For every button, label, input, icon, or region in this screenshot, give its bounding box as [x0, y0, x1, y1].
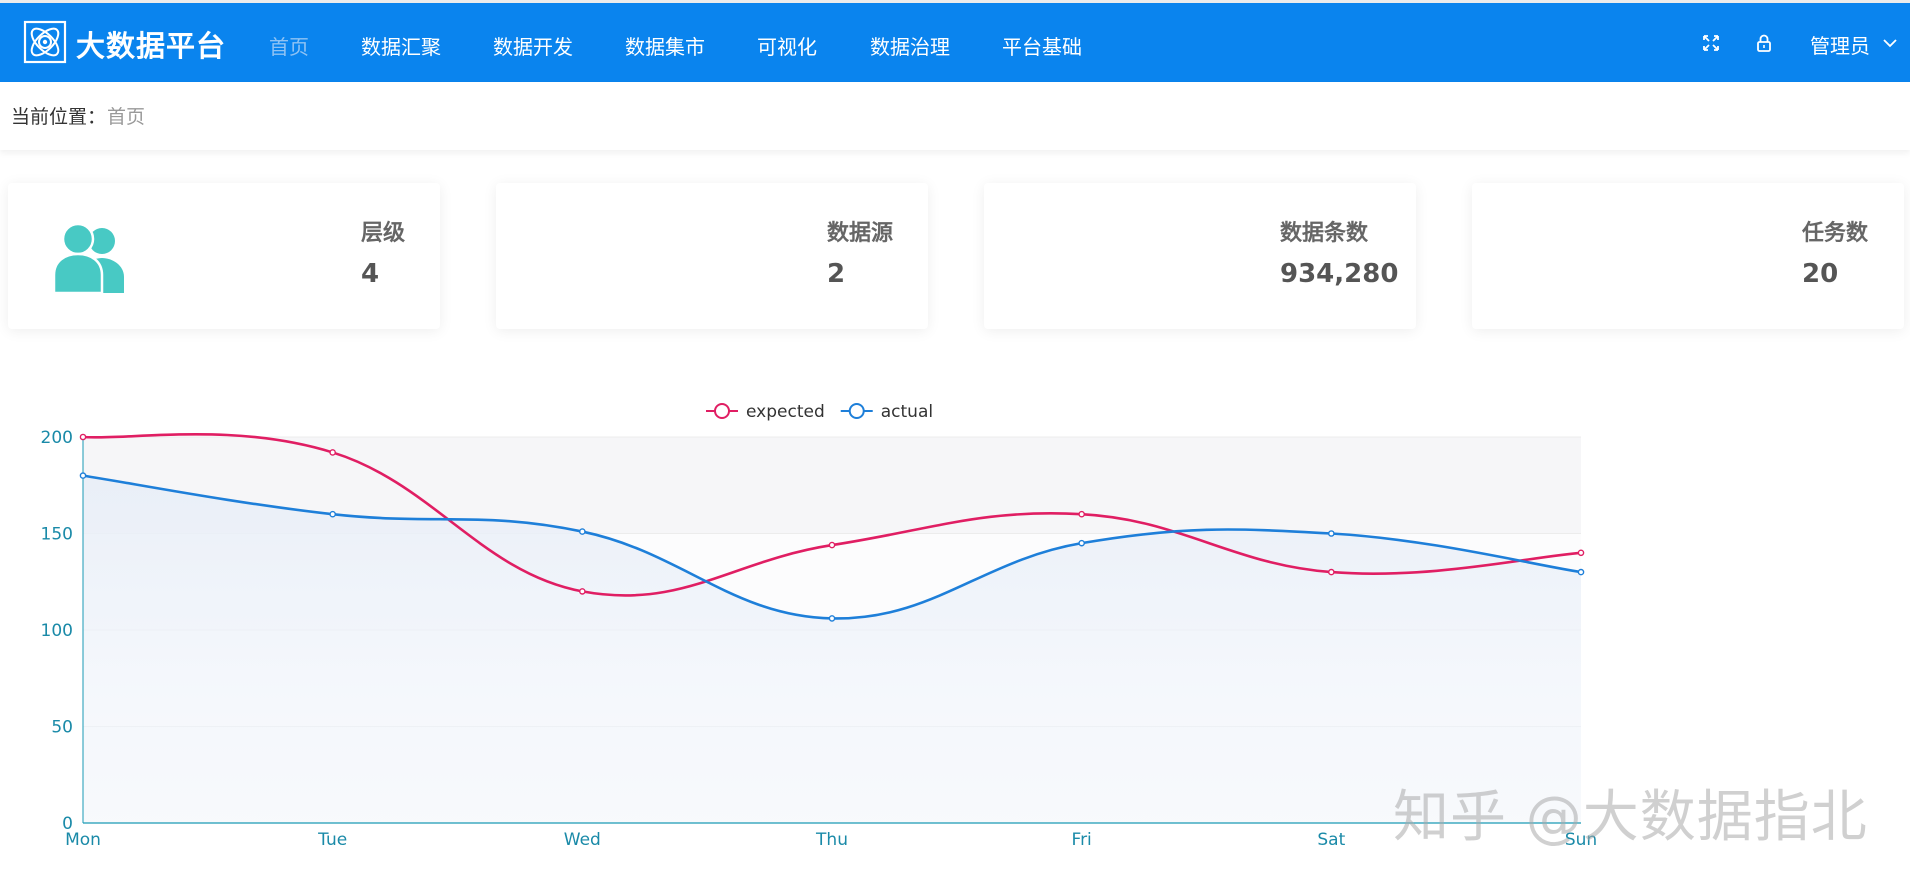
y-tick-label: 200: [41, 428, 73, 448]
card-label: 层级: [361, 221, 406, 246]
data-point-expected: [1577, 549, 1585, 557]
legend-label-actual: actual: [881, 402, 933, 422]
data-point-actual: [1328, 530, 1335, 537]
lock-icon[interactable]: [1754, 33, 1774, 53]
x-tick-label: Wed: [564, 830, 601, 850]
data-point-expected: [828, 541, 836, 549]
data-point-expected: [1078, 510, 1085, 518]
card-value: 2: [827, 259, 846, 289]
nav-data-governance[interactable]: 数据治理: [870, 31, 950, 60]
y-tick-label: 50: [51, 718, 73, 738]
stat-card-task-count: 任务数 20: [1472, 183, 1904, 329]
data-point-expected: [579, 588, 586, 595]
nav-home[interactable]: 首页: [269, 31, 309, 60]
stat-card-levels: 层级 4: [8, 183, 440, 329]
card-value: 934,280: [1280, 259, 1399, 289]
breadcrumb-current[interactable]: 首页: [107, 102, 145, 129]
nav-platform-base[interactable]: 平台基础: [1002, 31, 1082, 60]
data-point-actual: [828, 615, 836, 622]
top-navbar: 大数据平台 首页 数据汇聚 数据开发 数据集市 可视化 数据治理 平台基础 管理…: [0, 0, 1910, 82]
card-value: 20: [1802, 259, 1839, 289]
legend-marker-expected: [714, 403, 730, 419]
data-point-actual: [1078, 539, 1085, 547]
data-point-expected: [1328, 568, 1335, 576]
watermark-text: 知乎 @大数据指北: [1393, 785, 1868, 850]
nav-data-development[interactable]: 数据开发: [493, 31, 573, 60]
x-tick-label: Thu: [815, 830, 848, 850]
data-point-actual: [1577, 568, 1585, 576]
nav-data-mart[interactable]: 数据集市: [625, 31, 705, 60]
card-value: 4: [361, 259, 380, 289]
data-point-actual: [329, 510, 336, 518]
user-menu[interactable]: 管理员: [1810, 30, 1870, 59]
data-point-actual: [79, 472, 87, 479]
y-tick-label: 150: [41, 525, 73, 545]
x-tick-label: Sat: [1317, 830, 1345, 850]
x-tick-label: Fri: [1072, 830, 1092, 850]
x-tick-label: Tue: [317, 830, 347, 850]
users-icon: [52, 222, 124, 293]
stat-card-datasources: 数据源 2: [496, 183, 928, 329]
x-tick-label: Mon: [65, 830, 101, 850]
breadcrumb-label: 当前位置：: [11, 106, 107, 128]
legend-marker-actual: [848, 403, 865, 419]
nav-visualization[interactable]: 可视化: [757, 31, 817, 60]
data-point-expected: [329, 449, 336, 456]
data-point-expected: [79, 433, 87, 441]
fullscreen-icon[interactable]: [1701, 33, 1721, 53]
card-label: 数据条数: [1280, 221, 1369, 246]
card-label: 任务数: [1802, 221, 1869, 246]
platform-logo-icon: [23, 20, 67, 64]
nav-data-aggregation[interactable]: 数据汇聚: [361, 31, 441, 60]
card-label: 数据源: [827, 221, 894, 246]
brand-title: 大数据平台: [76, 29, 227, 63]
data-point-actual: [579, 528, 586, 535]
stat-card-record-count: 数据条数 934,280: [984, 183, 1416, 329]
chevron-down-icon[interactable]: [1882, 37, 1898, 49]
y-tick-label: 100: [41, 621, 73, 641]
breadcrumb: 当前位置： 首页: [0, 82, 1910, 150]
legend-label-expected: expected: [746, 402, 825, 422]
